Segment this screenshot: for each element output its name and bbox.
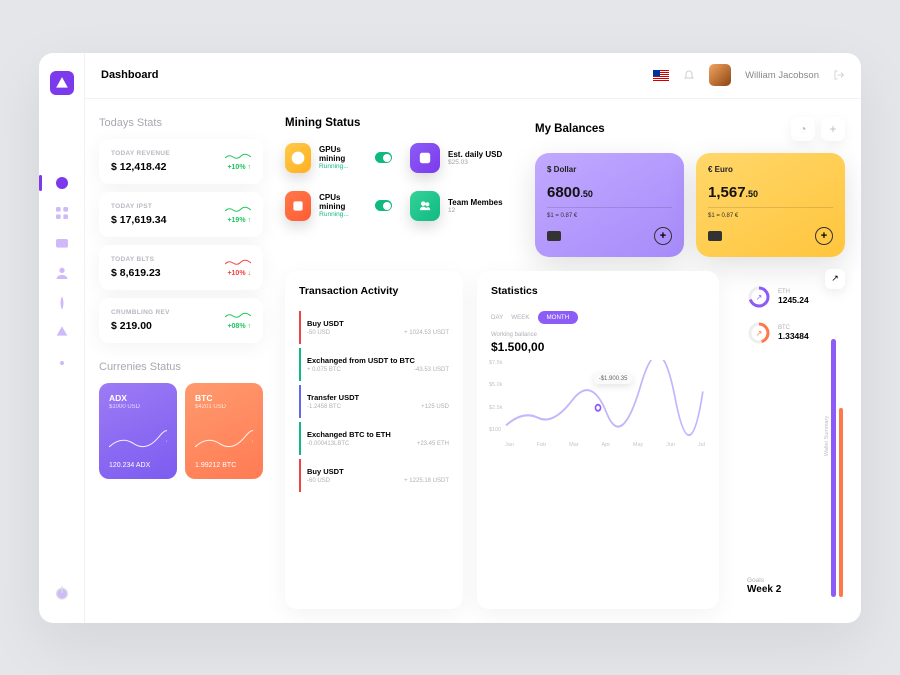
main-column: Mining Status GPUs miningRunning... Est. … [277,99,861,623]
currency-card-btc[interactable]: BTC$4201 USD1.99212 BTC [185,383,263,479]
svg-text:↗: ↗ [756,329,763,338]
logout-icon[interactable] [833,69,845,81]
nav-settings-icon[interactable] [54,355,70,371]
nav-dashboard-icon[interactable] [54,175,70,191]
transaction-item[interactable]: Transfer USDT-1.2458 BTC+125 USD [299,385,449,418]
card-chip-icon [547,231,561,241]
yellow-icon [285,143,311,173]
summary-bar [831,339,836,596]
svg-text:↗: ↗ [756,293,763,302]
nav-profile-icon[interactable] [54,265,70,281]
toggle-switch[interactable] [375,200,392,211]
side-column: Todays Stats TODAY REVENUE $ 12,418.42 +10… [85,99,277,623]
transactions-heading: Transaction Activity [299,285,449,297]
green-icon [410,191,440,221]
add-button[interactable]: + [815,227,833,245]
balances-heading: My Balances [535,123,605,135]
stat-value: $ 219.00 [111,320,170,332]
transaction-panel: Transaction Activity Buy USDT-50 USD+ 10… [285,271,463,609]
stat-pct: +10% ↑ [227,164,251,171]
stat-card[interactable]: TODAY IPST $ 17,619.34 +19% ↑ [99,192,263,237]
summary-bar [839,408,844,596]
goal-item: ↗BTC1.33484 [747,321,831,345]
transaction-item[interactable]: Exchanged BTC to ETH-0.000413LBTC+23.45 … [299,422,449,455]
statistics-heading: Statistics [491,285,705,297]
add-balance-button[interactable]: + [821,117,845,141]
mining-heading: Mining Status [285,117,517,129]
balance-chart: $7.5k$5.0k$2.5k$100 -$1.900.35 JanFebMar… [491,360,705,448]
nav-apps-icon[interactable] [54,205,70,221]
stat-label: TODAY BLTS [111,256,161,263]
currency-card-adx[interactable]: ADX$1000 USD120.234 ADX [99,383,177,479]
chart-tooltip: -$1.900.35 [594,374,633,384]
chart-icon[interactable]: ◔ [791,117,815,141]
nav-alerts-icon[interactable] [54,325,70,341]
mining-item: Team Membes12 [410,191,517,221]
transaction-item[interactable]: Exchanged from USDT to BTC+ 0.075 BTC-43… [299,348,449,381]
main-area: Dashboard William Jacobson Todays Stats … [85,53,861,623]
currencies-heading: Currenies Status [99,361,263,373]
goals-panel: ↗ ↗ETH1245.24 ↗BTC1.33484 Goals Week 2 Wa… [733,271,845,609]
balance-card-euro[interactable]: € Euro1,567.50$1 = 0.87 €+ [696,153,845,257]
notification-icon[interactable] [683,69,695,81]
nav-activity-icon[interactable] [54,295,70,311]
flag-us-icon[interactable] [653,70,669,81]
nav-wallet-icon[interactable] [54,235,70,251]
stat-card[interactable]: CRUMBLING REV $ 219.00 +08% ↑ [99,298,263,343]
avatar[interactable] [709,64,731,86]
logo-icon[interactable] [50,71,74,95]
page-title: Dashboard [101,69,158,81]
transaction-item[interactable]: Buy USDT-60 USD+ 1225.18 USDT [299,459,449,492]
mining-item: GPUs miningRunning... [285,143,392,173]
wallet-summary-label: Wallet Summary [824,416,830,456]
stat-value: $ 12,418.42 [111,161,170,173]
stat-label: CRUMBLING REV [111,309,170,316]
nav-rail [39,53,85,623]
stat-value: $ 8,619.23 [111,267,161,279]
working-balance-label: Working ballance [491,332,705,338]
goal-item: ↗ETH1245.24 [747,285,831,309]
purple-icon [410,143,440,173]
goals-value: Week 2 [747,584,831,595]
content: Todays Stats TODAY REVENUE $ 12,418.42 +10… [85,99,861,623]
rail-active-indicator [39,175,42,191]
mining-item: CPUs miningRunning... [285,191,392,221]
stat-label: TODAY IPST [111,203,166,210]
stats-tab-month[interactable]: MONTH [538,311,579,324]
stat-card[interactable]: TODAY REVENUE $ 12,418.42 +10% ↑ [99,139,263,184]
stat-pct: +10% ↓ [227,270,251,277]
stats-tab-day[interactable]: DAY [491,314,503,321]
goals-label: Goals [747,577,831,584]
statistics-panel: Statistics DAY WEEK MONTH Working ballance… [477,271,719,609]
stat-card[interactable]: TODAY BLTS $ 8,619.23 +10% ↓ [99,245,263,290]
stat-pct: +19% ↑ [227,217,251,224]
mining-section: Mining Status GPUs miningRunning... Est. … [285,117,517,257]
card-chip-icon [708,231,722,241]
stats-tab-week[interactable]: WEEK [511,314,529,321]
balance-card-dollar[interactable]: $ Dollar6800.50$1 = 0.87 €+ [535,153,684,257]
transaction-item[interactable]: Buy USDT-50 USD+ 1024.53 USDT [299,311,449,344]
working-balance-value: $1.500,00 [491,340,705,354]
orange-icon [285,191,311,221]
add-button[interactable]: + [654,227,672,245]
power-icon[interactable] [54,585,70,601]
balances-section: My Balances ◔ + $ Dollar6800.50$1 = 0.87… [535,117,845,257]
app-shell: Dashboard William Jacobson Todays Stats … [39,53,861,623]
topbar: Dashboard William Jacobson [85,53,861,99]
user-name: William Jacobson [745,70,819,81]
stat-label: TODAY REVENUE [111,150,170,157]
stats-heading: Todays Stats [99,117,263,129]
stat-pct: +08% ↑ [227,323,251,330]
toggle-switch[interactable] [375,152,392,163]
mining-item: Est. daily USD$25.03 [410,143,517,173]
stat-value: $ 17,619.34 [111,214,166,226]
